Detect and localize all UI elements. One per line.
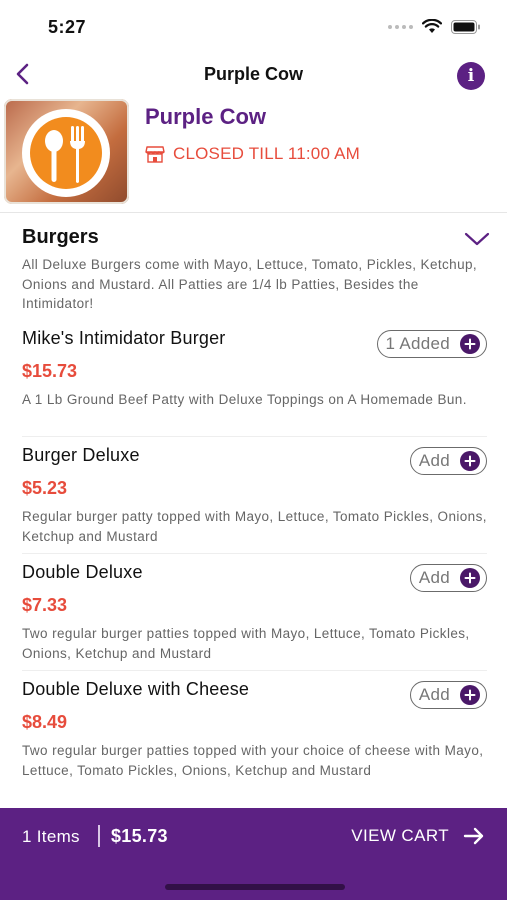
nav-title: Purple Cow — [203, 64, 303, 84]
item-description: Two regular burger patties topped with M… — [22, 626, 470, 661]
signal-icon — [388, 24, 413, 29]
restaurant-name: Purple Cow — [145, 104, 267, 129]
add-button-label: Add — [418, 568, 450, 587]
item-divider — [22, 553, 487, 554]
cart-separator — [98, 825, 100, 847]
item-price: $7.33 — [22, 595, 68, 615]
menu-item[interactable]: Burger Deluxe $5.23 Regular burger patty… — [22, 445, 487, 546]
add-button-label: Add — [418, 685, 450, 704]
add-button-label: 1 Added — [385, 334, 450, 353]
category-description: All Deluxe Burgers come with Mayo, Lettu… — [22, 257, 478, 311]
collapse-category-button[interactable] — [464, 230, 490, 248]
battery-icon — [451, 19, 480, 34]
item-description: Regular burger patty topped with Mayo, L… — [22, 509, 487, 544]
info-icon: i — [467, 66, 475, 86]
info-button[interactable]: i — [457, 62, 485, 90]
item-price: $5.23 — [22, 478, 68, 498]
item-price: $15.73 — [22, 361, 78, 381]
status-icons — [388, 19, 481, 34]
add-button[interactable]: 1 Added — [376, 330, 487, 358]
header-divider — [0, 212, 507, 213]
cart-total: $15.73 — [111, 826, 168, 846]
item-price: $8.49 — [22, 712, 68, 732]
plus-icon — [460, 334, 480, 354]
cart-item-count: 1 Items — [22, 827, 80, 846]
chevron-down-icon — [464, 232, 490, 246]
store-icon — [145, 146, 165, 163]
closed-status-text: CLOSED TILL 11:00 AM — [173, 144, 360, 163]
add-button-label: Add — [418, 451, 450, 470]
add-button[interactable]: Add — [409, 564, 487, 592]
restaurant-logo — [4, 99, 129, 204]
menu-item[interactable]: Double Deluxe with Cheese $8.49 Two regu… — [22, 679, 487, 780]
restaurant-status: CLOSED TILL 11:00 AM — [145, 144, 360, 164]
category-title: Burgers — [22, 226, 99, 248]
home-indicator — [165, 884, 345, 890]
view-cart-button[interactable]: VIEW CART — [351, 826, 485, 846]
view-cart-label: VIEW CART — [351, 826, 449, 845]
add-button[interactable]: Add — [409, 681, 487, 709]
menu-item[interactable]: Double Deluxe $7.33 Two regular burger p… — [22, 562, 487, 663]
restaurant-header: Purple Cow CLOSED TILL 11:00 AM — [0, 96, 507, 211]
wifi-icon — [422, 19, 442, 33]
item-description: A 1 Lb Ground Beef Patty with Deluxe Top… — [22, 392, 467, 407]
plus-icon — [460, 568, 480, 588]
plus-icon — [460, 451, 480, 471]
plus-icon — [460, 685, 480, 705]
status-time: 5:27 — [48, 17, 87, 37]
item-description: Two regular burger patties topped with y… — [22, 743, 484, 778]
status-bar: 5:27 — [0, 0, 507, 50]
category-section: Burgers All Deluxe Burgers come with May… — [22, 226, 490, 314]
item-divider — [22, 436, 487, 437]
fork-spoon-icon — [22, 109, 110, 197]
menu-item[interactable]: Mike's Intimidator Burger $15.73 A 1 Lb … — [22, 328, 487, 410]
add-button[interactable]: Add — [409, 447, 487, 475]
item-divider — [22, 670, 487, 671]
nav-bar: Purple Cow i — [0, 55, 507, 95]
arrow-right-icon — [463, 827, 484, 845]
view-cart-bar[interactable]: 1 Items $15.73 VIEW CART — [0, 808, 507, 900]
